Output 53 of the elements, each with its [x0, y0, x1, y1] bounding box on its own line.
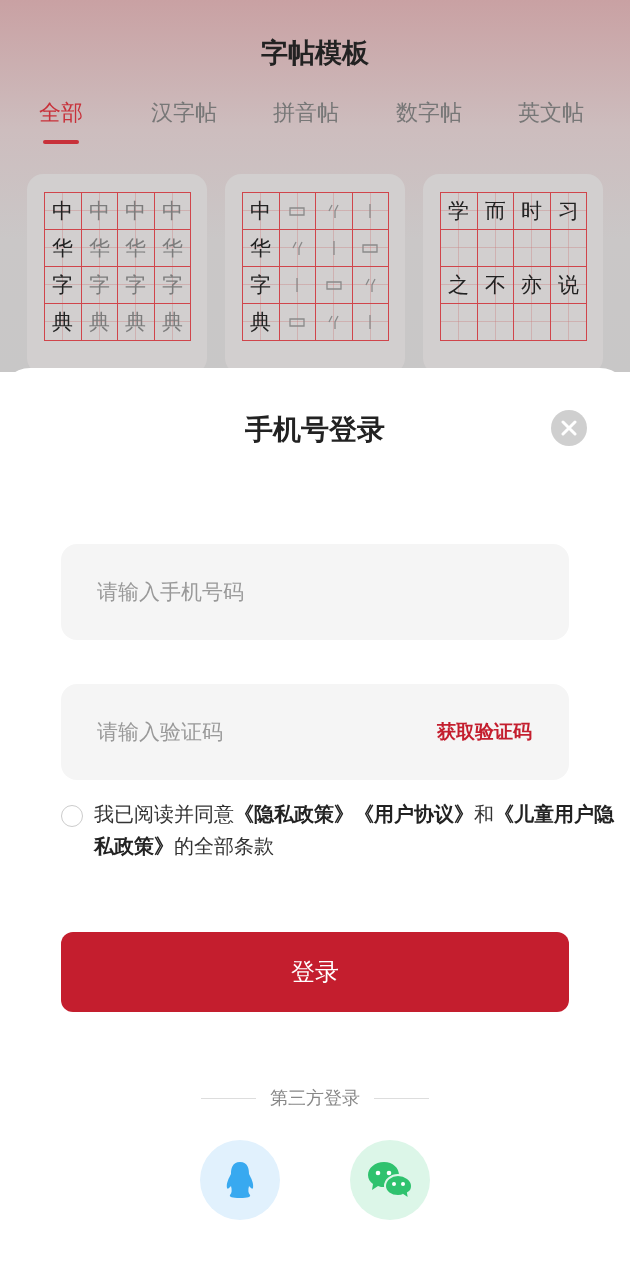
model-character: 习 — [557, 200, 579, 222]
model-character: 学 — [448, 200, 470, 222]
stroke-guide-drawing — [289, 206, 306, 216]
login-button[interactable]: 登录 — [61, 932, 569, 1012]
code-field[interactable]: 请输入验证码 — [61, 684, 427, 780]
model-character: 字 — [52, 274, 74, 296]
trace-character: 中 — [125, 200, 147, 222]
model-character: 不 — [484, 274, 506, 296]
trace-character: 典 — [161, 311, 183, 333]
sheet-title: 手机号登录 — [245, 412, 385, 448]
category-tab[interactable]: 全部 — [39, 98, 84, 144]
trace-character: 华 — [161, 237, 183, 259]
model-character: 字 — [250, 274, 272, 296]
model-character: 华 — [52, 237, 74, 259]
trace-character: 华 — [125, 237, 147, 259]
page-title: 字帖模板 — [260, 36, 370, 70]
trace-character: 字 — [88, 274, 110, 296]
model-character: 时 — [521, 200, 543, 222]
stroke-guide-drawing — [368, 203, 373, 219]
model-character: 中 — [250, 200, 272, 222]
stroke-guide-drawing — [362, 243, 379, 253]
get-code-link[interactable]: 获取验证码 — [427, 684, 569, 780]
stroke-guide-drawing — [291, 240, 303, 256]
stroke-guide-drawing — [328, 314, 340, 330]
model-character: 之 — [448, 274, 470, 296]
trace-character: 中 — [161, 200, 183, 222]
trace-character: 典 — [125, 311, 147, 333]
model-character: 中 — [52, 200, 74, 222]
model-character: 典 — [52, 311, 74, 333]
trace-character: 字 — [125, 274, 147, 296]
divider-label: 第三方登录 — [270, 1086, 360, 1110]
agreement-text: 我已阅读并同意《隐私政策》《用户协议》和《儿童用户隐私政策》的全部条款 — [94, 801, 616, 860]
model-character: 而 — [484, 200, 506, 222]
stroke-guide-drawing — [289, 317, 306, 327]
trace-character: 华 — [88, 237, 110, 259]
model-character: 亦 — [521, 274, 543, 296]
close-icon — [561, 420, 577, 436]
close-button[interactable] — [551, 410, 587, 446]
trace-character: 典 — [88, 311, 110, 333]
model-character: 说 — [557, 274, 579, 296]
stroke-guide-drawing — [328, 203, 340, 219]
penguin-icon — [224, 1161, 256, 1199]
phone-field[interactable]: 请输入手机号码 — [61, 544, 569, 640]
trace-character: 中 — [88, 200, 110, 222]
chat-bubbles-icon — [367, 1160, 413, 1200]
stroke-guide-drawing — [325, 280, 342, 290]
stroke-guide-drawing — [295, 277, 300, 293]
model-character: 典 — [250, 311, 272, 333]
stroke-guide-drawing — [331, 240, 336, 256]
model-character: 华 — [250, 237, 272, 259]
trace-character: 字 — [161, 274, 183, 296]
stroke-guide-drawing — [368, 314, 373, 330]
stroke-guide-drawing — [364, 277, 376, 293]
